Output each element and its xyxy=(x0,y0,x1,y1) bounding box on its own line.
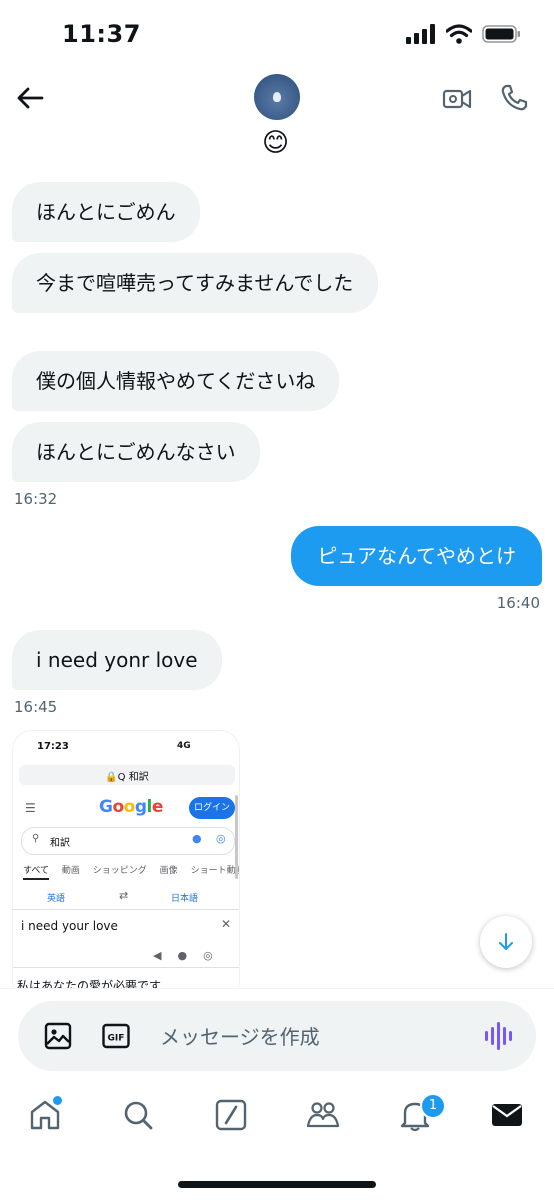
image-google-nav: ☰ Google ログイン xyxy=(13,793,239,825)
image-search-tabs: すべて 動画 ショッピング 画像 ショート動画 xyxy=(23,863,240,880)
message-text: ピュアなんてやめとけ xyxy=(317,544,516,568)
gif-icon[interactable]: GIF xyxy=(102,1022,130,1050)
image-divider xyxy=(13,909,239,910)
battery-icon xyxy=(482,25,520,43)
image-url-bar: 🔒Q 和訳 xyxy=(19,765,235,785)
phone-icon[interactable] xyxy=(498,82,530,114)
image-lens-icon: ◎ xyxy=(216,832,226,845)
grok-icon[interactable] xyxy=(214,1098,248,1132)
bottom-tab-bar: 1 xyxy=(0,1082,554,1200)
message-list[interactable]: ほんとにごめん 今まで喧嘩売ってすみませんでした 僕の個人情報やめてくださいね … xyxy=(0,170,554,988)
incoming-message[interactable]: i need yonr love xyxy=(12,630,222,690)
image-status-bar: 17:23 4G xyxy=(13,731,239,761)
communities-icon[interactable] xyxy=(306,1098,340,1132)
message-text: ほんとにごめんなさい xyxy=(36,440,236,464)
messages-envelope-icon[interactable] xyxy=(490,1098,524,1132)
incoming-message[interactable]: ほんとにごめん xyxy=(12,182,200,242)
image-mic-icon: ● xyxy=(177,949,188,962)
search-icon[interactable] xyxy=(121,1098,155,1132)
image-swap-icon: ⇄ xyxy=(119,889,129,902)
image-tab: ショート動画 xyxy=(190,866,240,876)
message-text: i need yonr love xyxy=(36,648,198,672)
image-search-query: 和訳 xyxy=(50,838,70,849)
image-camera-icon: ◎ xyxy=(203,949,213,962)
image-tool-icons: ◀ ● ◎ xyxy=(153,949,229,962)
status-icons xyxy=(406,24,522,44)
image-tab: 動画 xyxy=(61,866,80,876)
composer-bar: GIF xyxy=(18,1001,536,1071)
incoming-message[interactable]: 僕の個人情報やめてくださいね xyxy=(12,351,340,411)
video-call-icon[interactable] xyxy=(442,84,472,114)
arrow-down-icon xyxy=(499,933,513,950)
image-translated-text: 私はあなたの愛が必要です xyxy=(17,979,162,988)
image-search-icon: ⚲ xyxy=(32,833,40,844)
message-input[interactable] xyxy=(158,1013,462,1061)
voice-message-icon[interactable] xyxy=(484,1021,512,1051)
status-time: 11:37 xyxy=(62,20,141,48)
composer-area: GIF xyxy=(0,988,554,1081)
image-target-language: 日本語 xyxy=(171,894,199,904)
image-divider xyxy=(13,967,239,968)
message-text: 今まで喧嘩売ってすみませんでした xyxy=(36,271,354,295)
home-indicator xyxy=(178,1181,376,1188)
contact-name[interactable]: 😊 xyxy=(262,128,289,158)
image-mic-icon: ● xyxy=(192,832,202,845)
outgoing-message[interactable]: ピュアなんてやめとけ xyxy=(291,526,542,586)
contact-avatar[interactable] xyxy=(254,74,300,120)
image-scrollbar xyxy=(235,795,238,879)
message-text: ほんとにごめん xyxy=(36,200,176,224)
image-url-text: 🔒Q 和訳 xyxy=(105,772,149,783)
image-google-logo: Google xyxy=(99,797,163,817)
image-icon[interactable] xyxy=(44,1022,72,1050)
svg-text:GIF: GIF xyxy=(108,1034,125,1044)
conversation-header: 😊 xyxy=(0,70,554,170)
image-speaker-icon: ◀ xyxy=(153,949,162,962)
image-source-language: 英語 xyxy=(47,894,66,904)
image-menu-icon: ☰ xyxy=(25,801,36,815)
notification-count-badge: 1 xyxy=(420,1093,446,1119)
image-tab: ショッピング xyxy=(92,866,147,876)
image-login-button: ログイン xyxy=(189,797,235,819)
message-timestamp: 16:32 xyxy=(14,490,58,508)
message-timestamp: 16:40 xyxy=(496,594,540,612)
wifi-icon xyxy=(446,24,472,44)
scroll-to-bottom-button[interactable] xyxy=(480,916,532,968)
back-arrow-icon[interactable] xyxy=(14,82,46,114)
image-tab: すべて xyxy=(23,866,50,880)
status-bar: 11:37 xyxy=(0,0,554,70)
incoming-message[interactable]: ほんとにごめんなさい xyxy=(12,422,260,482)
message-text: 僕の個人情報やめてくださいね xyxy=(36,369,316,393)
image-message[interactable]: 17:23 4G 🔒Q 和訳 ☰ Google ログイン ⚲ 和訳 ● ◎ すべ… xyxy=(12,730,240,988)
image-network-label: 4G xyxy=(177,741,191,751)
signal-icon xyxy=(406,24,435,44)
message-timestamp: 16:45 xyxy=(14,698,58,716)
image-status-time: 17:23 xyxy=(37,741,69,752)
image-clear-icon: ✕ xyxy=(221,917,232,931)
image-tab: 画像 xyxy=(159,866,178,876)
image-search-box: ⚲ 和訳 ● ◎ xyxy=(21,827,235,855)
image-source-text: i need your love xyxy=(21,919,118,933)
home-new-indicator xyxy=(51,1094,64,1107)
incoming-message[interactable]: 今まで喧嘩売ってすみませんでした xyxy=(12,253,378,313)
